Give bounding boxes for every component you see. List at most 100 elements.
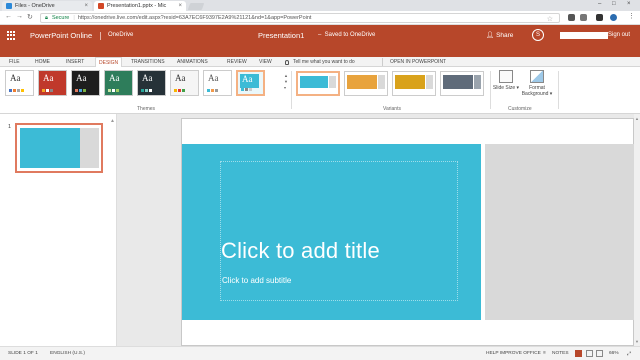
theme-sample: Aa [109, 73, 120, 83]
tab-file[interactable]: FILE [9, 59, 20, 65]
tab-review[interactable]: REVIEW [227, 59, 247, 65]
language[interactable]: ENGLISH (U.S.) [50, 351, 85, 356]
onedrive-link[interactable]: OneDrive [108, 32, 133, 38]
theme-colors [42, 89, 53, 92]
slide-count: SLIDE 1 OF 1 [8, 351, 38, 356]
customize-group-label: Customize [508, 106, 532, 112]
theme-berlin[interactable]: Aa [38, 70, 67, 96]
browser-tab-presentation[interactable]: Presentation1.pptx - Mic × [94, 1, 186, 11]
variants-group-label: Variants [383, 106, 401, 112]
forward-icon[interactable]: → [16, 13, 23, 20]
sign-out-link[interactable]: Sign out [608, 32, 630, 38]
variant-orange[interactable] [344, 71, 388, 96]
variant-gold[interactable] [392, 71, 436, 96]
variant-gray[interactable] [440, 71, 484, 96]
slide-size-label: Slide Size [492, 85, 516, 91]
reading-view-icon[interactable] [596, 350, 603, 357]
slide[interactable]: Click to add title Click to add subtitle [181, 118, 635, 346]
vertical-scrollbar[interactable]: ▲ ▼ [634, 114, 640, 346]
menu-icon[interactable]: ⋮ [628, 12, 635, 20]
normal-view-icon[interactable] [575, 350, 582, 357]
extension-icon[interactable] [610, 14, 617, 21]
theme-sample: Aa [76, 73, 87, 83]
url-input[interactable]: 🔒︎ Secure | https://onedrive.live.com/ed… [40, 13, 560, 23]
theme-selected[interactable]: Aa [236, 70, 265, 96]
help-improve-office-link[interactable]: HELP IMPROVE OFFICE [486, 351, 541, 356]
format-background-button[interactable]: Format Background ▾ [520, 70, 554, 97]
notes-icon: ≡ [543, 351, 546, 356]
tab-insert[interactable]: INSERT [66, 59, 84, 65]
tab-home[interactable]: HOME [35, 59, 50, 65]
extension-icon[interactable] [568, 14, 575, 21]
person-icon: 👤︎ [486, 32, 495, 39]
theme-colors [241, 88, 252, 91]
close-icon[interactable]: × [175, 3, 182, 9]
theme-sample: Aa [242, 74, 253, 84]
scroll-down-icon[interactable]: ▼ [635, 339, 639, 344]
document-title[interactable]: Presentation1 [258, 31, 304, 40]
theme-dark[interactable]: Aa [71, 70, 100, 96]
slide-thumbnail[interactable] [15, 123, 103, 173]
ribbon-divider [382, 58, 383, 66]
app-launcher-icon[interactable] [7, 31, 17, 40]
theme-sample: Aa [43, 73, 54, 83]
close-window-icon[interactable]: × [627, 1, 631, 7]
theme-colors [141, 89, 152, 92]
zoom-level[interactable]: 66% [609, 351, 619, 356]
user-name-box[interactable] [560, 32, 608, 39]
back-icon[interactable]: ← [5, 13, 12, 20]
fit-to-window-icon[interactable]: ⤢ [627, 351, 631, 357]
bookmark-star-icon[interactable]: ☆ [547, 15, 553, 23]
close-icon[interactable]: × [81, 3, 88, 9]
open-in-powerpoint-button[interactable]: OPEN IN POWERPOINT [390, 59, 446, 65]
scroll-up-icon[interactable]: ▲ [635, 116, 639, 121]
pane-scroll-up-icon[interactable]: ▲ [110, 118, 115, 124]
maximize-icon[interactable]: □ [612, 1, 616, 7]
subtitle-placeholder[interactable]: Click to add subtitle [222, 276, 291, 285]
format-background-label: Format Background [521, 85, 549, 97]
tab-transitions[interactable]: TRANSITIONS [131, 59, 165, 65]
tab-animations[interactable]: ANIMATIONS [177, 59, 208, 65]
reload-icon[interactable]: ↻ [27, 13, 33, 21]
tab-title: Files - OneDrive [15, 3, 55, 9]
slide-editing-canvas: Click to add title Click to add subtitle… [117, 114, 640, 346]
extension-icon[interactable] [596, 14, 603, 21]
tell-me-search[interactable]: Tell me what you want to do [285, 59, 355, 65]
theme-colors [174, 89, 185, 92]
tell-me-text: Tell me what you want to do [293, 59, 355, 65]
share-button[interactable]: 👤︎ Share [486, 31, 513, 39]
slide-size-button[interactable]: Slide Size ▾ [491, 70, 521, 91]
theme-colors [207, 89, 218, 92]
title-placeholder[interactable]: Click to add title [221, 238, 380, 264]
ribbon-body: Aa Aa Aa Aa Aa Aa Aa Aa ▲ ▼ ▾ Themes Var… [0, 67, 640, 114]
variant-blue[interactable] [296, 71, 340, 96]
tab-view[interactable]: VIEW [259, 59, 272, 65]
slide-sorter-icon[interactable] [586, 350, 593, 357]
secure-label: Secure [51, 15, 70, 21]
theme-sample: Aa [208, 73, 219, 83]
extension-icon[interactable] [580, 14, 587, 21]
status-bar: SLIDE 1 OF 1 ENGLISH (U.S.) HELP IMPROVE… [0, 346, 640, 360]
theme-sample: Aa [175, 73, 186, 83]
skype-icon[interactable]: S [532, 29, 544, 41]
new-tab-button[interactable] [187, 3, 205, 10]
notes-button[interactable]: NOTES [552, 351, 569, 356]
theme-light[interactable]: Aa [170, 70, 199, 96]
tab-design[interactable]: DESIGN [95, 57, 123, 67]
theme-colors [108, 89, 119, 92]
thumbnail-side-area [80, 128, 99, 168]
theme-sample: Aa [10, 73, 21, 83]
theme-office[interactable]: Aa [5, 70, 34, 96]
browser-tab-onedrive[interactable]: Files - OneDrive × [2, 1, 92, 11]
theme-slate[interactable]: Aa [137, 70, 166, 96]
theme-colors [9, 89, 24, 92]
powerpoint-icon [98, 3, 104, 9]
theme-green[interactable]: Aa [104, 70, 133, 96]
themes-gallery-scroll[interactable]: ▲ ▼ ▾ [284, 73, 288, 91]
theme-facet[interactable]: Aa [203, 70, 232, 96]
app-name[interactable]: PowerPoint Online [30, 31, 92, 40]
theme-colors [75, 89, 86, 92]
minimize-icon[interactable]: – [598, 1, 601, 7]
group-divider [291, 71, 292, 109]
theme-sample: Aa [142, 73, 153, 83]
